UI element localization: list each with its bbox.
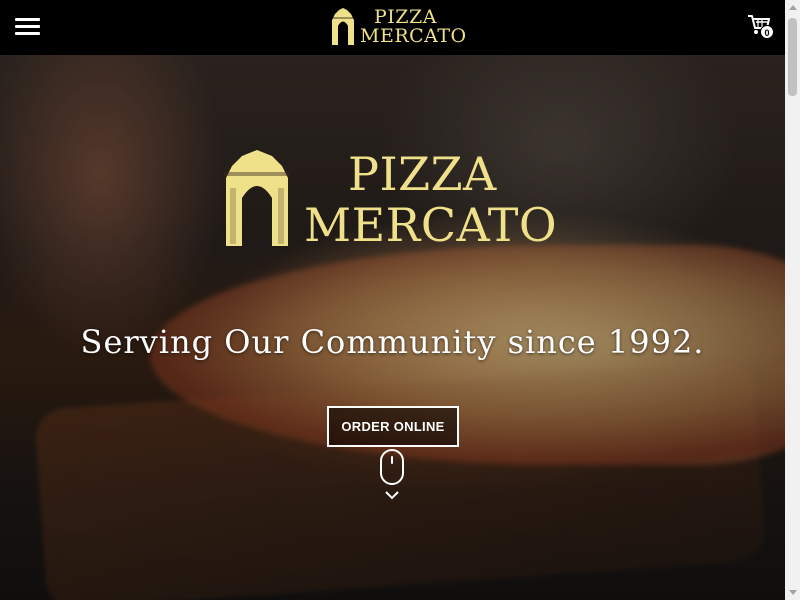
scrollbar-thumb[interactable] xyxy=(788,18,797,96)
hero-tagline: Serving Our Community since 1992. xyxy=(80,323,705,361)
hamburger-menu-icon[interactable] xyxy=(15,17,40,37)
hero-logo-line1: PIZZA xyxy=(348,147,497,201)
scroll-down-icon[interactable] xyxy=(789,590,797,595)
arch-icon xyxy=(331,8,355,45)
hero-logo-line2: MERCATO xyxy=(304,198,558,252)
chevron-down-icon[interactable] xyxy=(384,489,400,501)
header-logo[interactable]: PIZZA MERCATO xyxy=(330,7,466,47)
arch-icon xyxy=(224,150,290,246)
hero-section: PIZZA MERCATO Serving Our Community sinc… xyxy=(0,55,785,600)
header-logo-line2: MERCATO xyxy=(360,25,467,47)
site-header: PIZZA MERCATO 0 xyxy=(0,0,785,55)
cart-count-badge: 0 xyxy=(760,25,774,39)
hero-logo: PIZZA MERCATO xyxy=(222,146,572,251)
page-scrollbar[interactable] xyxy=(785,0,800,600)
shopping-cart-button[interactable]: 0 xyxy=(747,14,779,42)
scroll-mouse-icon[interactable] xyxy=(380,449,404,485)
scroll-up-icon[interactable] xyxy=(789,5,797,10)
order-online-button[interactable]: ORDER ONLINE xyxy=(327,406,459,447)
